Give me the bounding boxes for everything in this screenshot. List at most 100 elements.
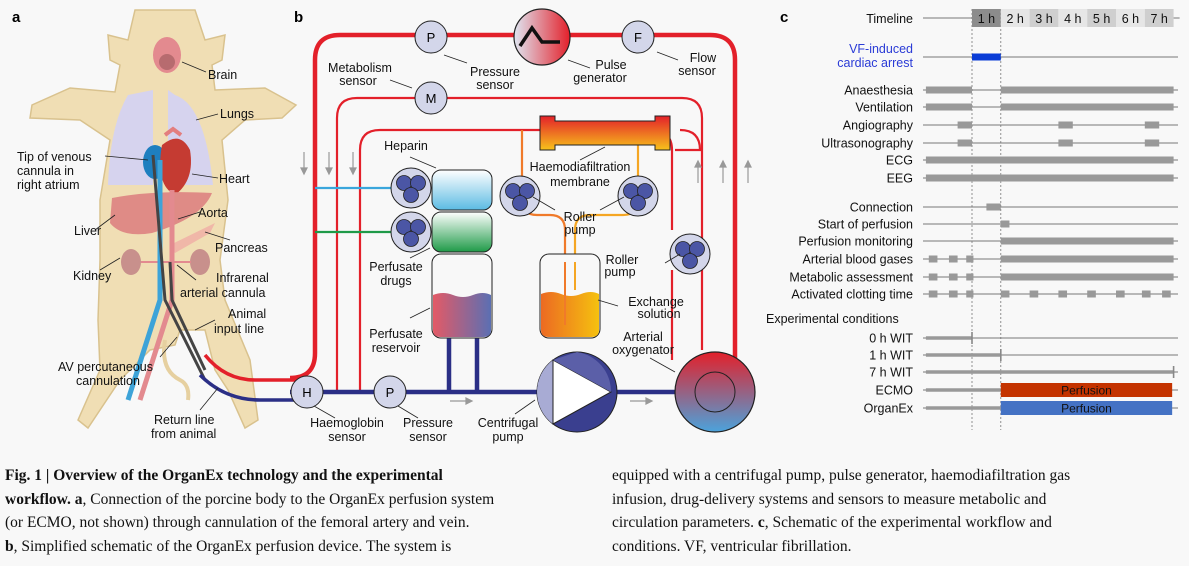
row-label: Anaesthesia: [844, 84, 913, 98]
label-roller-right-2: pump: [604, 265, 635, 279]
condition-label: ECMO: [876, 384, 914, 398]
label-pulse-1: Pulse: [595, 58, 626, 72]
row-segment: [966, 290, 974, 298]
roller-pump: [617, 175, 659, 217]
row-segment: [925, 370, 1174, 374]
caption-b-text-1: , Simplified schematic of the OrganEx pe…: [13, 537, 452, 555]
workflow-row: Perfusion: [923, 401, 1178, 416]
conditions-heading: Experimental conditions: [766, 312, 899, 326]
row-segment: [948, 273, 958, 281]
label-oxy-1: Arterial: [623, 330, 663, 344]
workflow-row: [923, 255, 1178, 263]
timeline-tick-label: 2 h: [1007, 12, 1024, 26]
label-return-1: Return line: [154, 413, 214, 427]
label-heparin: Heparin: [384, 139, 428, 153]
exchange-solution-container: [539, 253, 601, 339]
row-segment: [928, 290, 938, 298]
panel-b-letter: b: [294, 9, 303, 26]
workflow-row: [923, 237, 1178, 245]
workflow-row: [923, 349, 1178, 361]
pulse-generator: [513, 8, 571, 66]
caption-b-letter: b: [5, 537, 14, 555]
workflow-row: [923, 366, 1178, 378]
label-hdf-1: Haemodiafiltration: [530, 160, 631, 174]
label-kidney: Kidney: [73, 269, 112, 283]
row-segment: [948, 255, 958, 263]
label-hb-2: sensor: [328, 430, 366, 444]
figure-title: Fig. 1 | Overview of the OrganEx technol…: [5, 467, 443, 484]
pressure-sensor-bottom: P: [373, 375, 407, 409]
row-label: Perfusion monitoring: [798, 235, 913, 249]
drug-container: [431, 211, 493, 253]
label-pressure-top-2: sensor: [476, 78, 514, 92]
row-segment: [1000, 255, 1174, 263]
workflow-row: Perfusion: [923, 383, 1178, 398]
condition-label: 7 h WIT: [869, 366, 913, 380]
brain-icon: [153, 37, 181, 73]
row-segment: [1000, 86, 1174, 94]
workflow-row: [923, 290, 1178, 298]
row-segment: [1029, 290, 1039, 298]
label-flow-1: Flow: [690, 51, 717, 65]
workflow-row: [923, 203, 1178, 211]
label-liver: Liver: [74, 224, 101, 238]
row-segment: [925, 353, 1001, 357]
row-segment: [948, 290, 958, 298]
workflow-row: [923, 121, 1178, 129]
roller-pump: [669, 233, 711, 275]
row-segment: [1058, 121, 1073, 129]
label-av-1: AV percutaneous: [58, 360, 153, 374]
label-roller-2: pump: [564, 223, 595, 237]
label-tip-2: cannula in: [17, 164, 74, 178]
row-segment: [1144, 121, 1160, 129]
label-return-2: from animal: [151, 427, 216, 441]
timeline-tick-label: 7 h: [1151, 12, 1168, 26]
workflow-row: [923, 220, 1178, 228]
panel-b-perfusion-schematic: b P F M H P Pressure sensor Pulse genera…: [290, 8, 756, 444]
workflow-row: [923, 103, 1178, 111]
centrifugal-pump: [536, 351, 618, 433]
vf-label: cardiac arrest: [837, 56, 913, 70]
row-segment: [925, 174, 1174, 182]
row-segment: [925, 86, 972, 94]
label-drugs-2: drugs: [380, 274, 411, 288]
label-exchange-2: solution: [637, 307, 680, 321]
haemoglobin-sensor: H: [290, 375, 324, 409]
row-label: Metabolic assessment: [789, 271, 913, 285]
perfusion-block-label: Perfusion: [1061, 402, 1112, 416]
metabolism-sensor-glyph: M: [426, 91, 437, 106]
row-segment: [1000, 220, 1010, 228]
label-heart: Heart: [219, 172, 250, 186]
row-segment: [1116, 290, 1125, 298]
perfusion-block-label: Perfusion: [1061, 384, 1112, 398]
roller-pump: [390, 211, 432, 253]
label-metab-2: sensor: [339, 74, 377, 88]
row-segment: [928, 273, 938, 281]
row-segment: [966, 273, 974, 281]
timeline-tick-label: 4 h: [1064, 12, 1081, 26]
panel-a-pig-anatomy: a Brain Lungs Tip of venous cannula in r…: [12, 9, 300, 441]
flow-sensor-glyph: F: [634, 30, 642, 45]
caption-b-text-4: circulation parameters.: [612, 514, 755, 531]
caption-right: equipped with a centrifugal pump, pulse …: [612, 464, 1182, 558]
pressure-sensor-top: P: [414, 20, 448, 54]
row-segment: [1058, 290, 1068, 298]
row-segment: [972, 53, 1001, 61]
label-hdf-2: membrane: [550, 175, 610, 189]
row-label: Ventilation: [855, 101, 913, 115]
timeline-tick-label: 3 h: [1035, 12, 1052, 26]
figure-title-cont: workflow.: [5, 490, 71, 508]
row-segment: [928, 255, 938, 263]
row-segment: [966, 255, 974, 263]
row-label: Start of perfusion: [818, 218, 913, 232]
row-label: Angiography: [843, 119, 914, 133]
row-segment: [1058, 139, 1073, 147]
row-segment: [925, 336, 972, 340]
label-aorta: Aorta: [198, 206, 228, 220]
condition-label: 1 h WIT: [869, 349, 913, 363]
row-segment: [925, 406, 1001, 410]
roller-pump: [390, 167, 432, 209]
label-pulse-2: generator: [573, 71, 627, 85]
workflow-row: [923, 86, 1178, 94]
workflow-row: [923, 273, 1178, 281]
